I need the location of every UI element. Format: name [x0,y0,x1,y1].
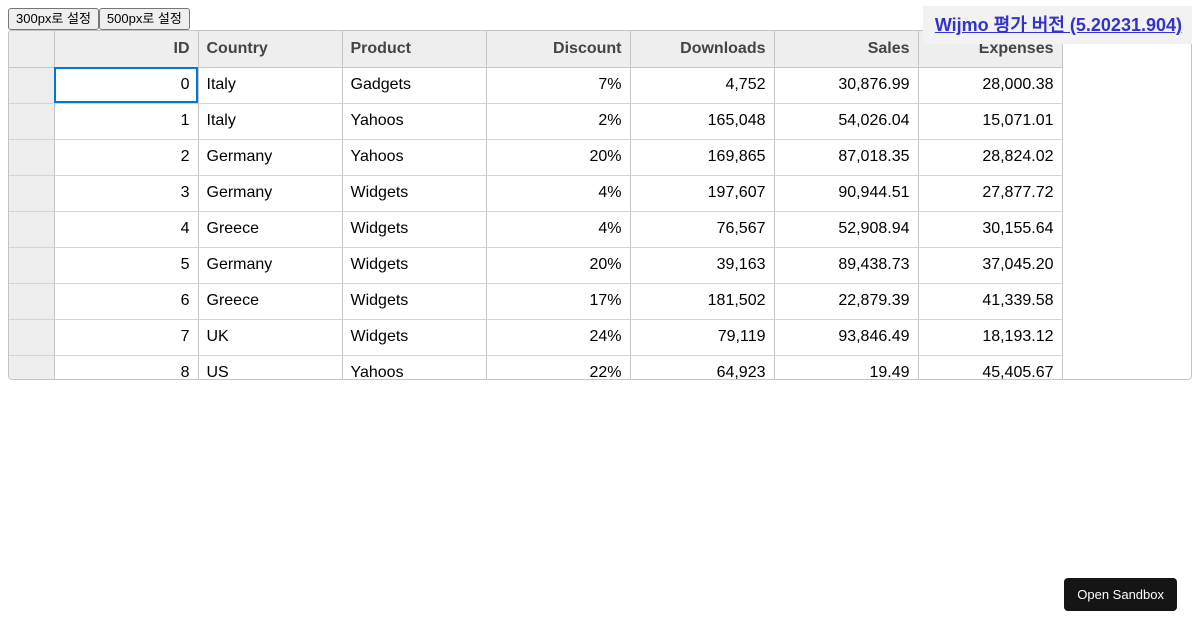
row-header-cell[interactable] [9,139,55,176]
cell-id[interactable]: 6 [54,283,199,320]
cell-sales[interactable]: 89,438.73 [774,247,919,284]
cell-discount[interactable]: 4% [486,211,631,248]
cell-product[interactable]: Widgets [342,319,487,356]
open-sandbox-button[interactable]: Open Sandbox [1064,578,1177,611]
table-row: 7 UK Widgets 24% 79,119 93,846.49 18,193.12 [9,319,1063,356]
cell-country[interactable]: Germany [198,139,343,176]
cell-id[interactable]: 5 [54,247,199,284]
cell-sales[interactable]: 87,018.35 [774,139,919,176]
cell-discount[interactable]: 22% [486,355,631,379]
cell-expenses[interactable]: 45,405.67 [918,355,1063,379]
cell-id[interactable]: 8 [54,355,199,379]
cell-sales[interactable]: 22,879.39 [774,283,919,320]
cell-sales[interactable]: 30,876.99 [774,67,919,104]
cell-id[interactable]: 2 [54,139,199,176]
row-header-cell[interactable] [9,103,55,140]
set-500px-button[interactable]: 500px로 설정 [98,8,190,30]
cell-downloads[interactable]: 79,119 [630,319,775,356]
cell-downloads[interactable]: 64,923 [630,355,775,379]
cell-product[interactable]: Widgets [342,283,487,320]
cell-discount[interactable]: 24% [486,319,631,356]
flex-grid[interactable]: ID Country Product Discount Downloads Sa… [8,30,1192,380]
cell-id[interactable]: 4 [54,211,199,248]
row-header-cell[interactable] [9,319,55,356]
cell-product[interactable]: Yahoos [342,355,487,379]
row-header-cell[interactable] [9,355,55,379]
cell-downloads[interactable]: 169,865 [630,139,775,176]
cell-country[interactable]: Greece [198,211,343,248]
grid-table: ID Country Product Discount Downloads Sa… [9,31,1063,379]
row-header-cell[interactable] [9,247,55,284]
column-header-product[interactable]: Product [342,31,487,68]
cell-discount[interactable]: 7% [486,67,631,104]
evaluation-banner: Wijmo 평가 버전 (5.20231.904) [922,6,1192,44]
row-header-cell[interactable] [9,67,55,104]
cell-downloads[interactable]: 76,567 [630,211,775,248]
cell-sales[interactable]: 19.49 [774,355,919,379]
cell-product[interactable]: Yahoos [342,103,487,140]
table-row: 1 Italy Yahoos 2% 165,048 54,026.04 15,071.01 [9,103,1063,140]
cell-downloads[interactable]: 197,607 [630,175,775,212]
toolbar: 300px로 설정 500px로 설정 [8,8,190,30]
cell-downloads[interactable]: 181,502 [630,283,775,320]
cell-expenses[interactable]: 41,339.58 [918,283,1063,320]
cell-country[interactable]: US [198,355,343,379]
column-header-sales[interactable]: Sales [774,31,919,68]
cell-discount[interactable]: 4% [486,175,631,212]
evaluation-version-link[interactable]: Wijmo 평가 버전 (5.20231.904) [935,15,1182,35]
cell-expenses[interactable]: 37,045.20 [918,247,1063,284]
cell-expenses[interactable]: 28,000.38 [918,67,1063,104]
cell-expenses[interactable]: 30,155.64 [918,211,1063,248]
table-row: 5 Germany Widgets 20% 39,163 89,438.73 37,045.… [9,247,1063,284]
cell-country[interactable]: Italy [198,103,343,140]
cell-product[interactable]: Gadgets [342,67,487,104]
cell-sales[interactable]: 90,944.51 [774,175,919,212]
column-header-row: ID Country Product Discount Downloads Sa… [9,31,1063,68]
cell-country[interactable]: Germany [198,175,343,212]
table-row: 6 Greece Widgets 17% 181,502 22,879.39 41,339.… [9,283,1063,320]
column-header-discount[interactable]: Discount [486,31,631,68]
cell-product[interactable]: Widgets [342,211,487,248]
cell-discount[interactable]: 20% [486,247,631,284]
cell-expenses[interactable]: 15,071.01 [918,103,1063,140]
cell-country[interactable]: Greece [198,283,343,320]
cell-downloads[interactable]: 39,163 [630,247,775,284]
cell-id[interactable]: 7 [54,319,199,356]
table-row: 8 US Yahoos 22% 64,923 19.49 45,405.67 [9,355,1063,379]
cell-downloads[interactable]: 4,752 [630,67,775,104]
row-header-cell[interactable] [9,211,55,248]
cell-id[interactable]: 0 [54,67,199,104]
cell-downloads[interactable]: 165,048 [630,103,775,140]
cell-country[interactable]: UK [198,319,343,356]
table-row: 2 Germany Yahoos 20% 169,865 87,018.35 28,824.… [9,139,1063,176]
cell-sales[interactable]: 93,846.49 [774,319,919,356]
table-row: 4 Greece Widgets 4% 76,567 52,908.94 30,155.64 [9,211,1063,248]
column-header-country[interactable]: Country [198,31,343,68]
table-row: 3 Germany Widgets 4% 197,607 90,944.51 27,877.… [9,175,1063,212]
cell-sales[interactable]: 54,026.04 [774,103,919,140]
cell-product[interactable]: Widgets [342,175,487,212]
table-row: 0 Italy Gadgets 7% 4,752 30,876.99 28,000.38 [9,67,1063,104]
cell-sales[interactable]: 52,908.94 [774,211,919,248]
cell-discount[interactable]: 20% [486,139,631,176]
cell-expenses[interactable]: 27,877.72 [918,175,1063,212]
column-header-downloads[interactable]: Downloads [630,31,775,68]
cell-country[interactable]: Germany [198,247,343,284]
cell-discount[interactable]: 2% [486,103,631,140]
cell-id[interactable]: 1 [54,103,199,140]
cell-country[interactable]: Italy [198,67,343,104]
top-left-cell[interactable] [9,31,55,68]
cell-discount[interactable]: 17% [486,283,631,320]
cell-expenses[interactable]: 18,193.12 [918,319,1063,356]
column-header-id[interactable]: ID [54,31,199,68]
row-header-cell[interactable] [9,175,55,212]
set-300px-button[interactable]: 300px로 설정 [8,8,99,30]
row-header-cell[interactable] [9,283,55,320]
cell-product[interactable]: Widgets [342,247,487,284]
cell-id[interactable]: 3 [54,175,199,212]
cell-product[interactable]: Yahoos [342,139,487,176]
cell-expenses[interactable]: 28,824.02 [918,139,1063,176]
